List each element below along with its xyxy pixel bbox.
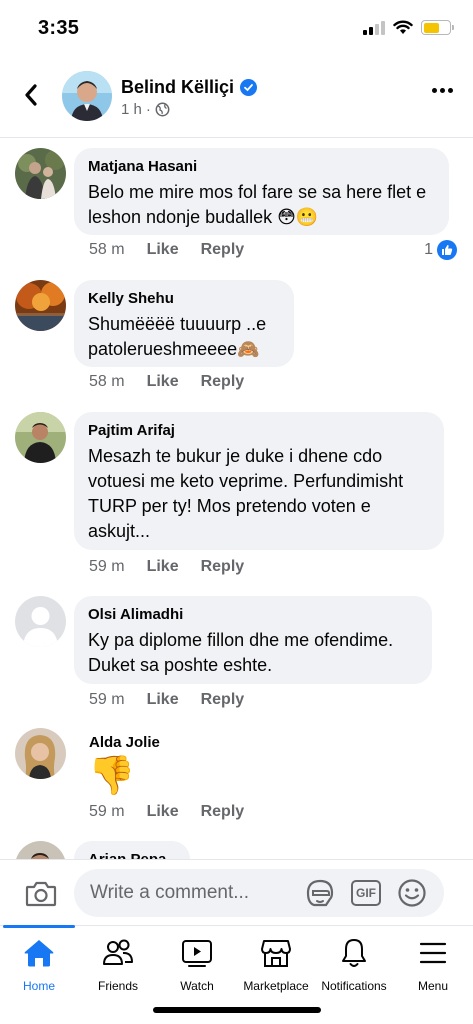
camera-icon — [25, 881, 57, 907]
camera-button[interactable] — [24, 877, 58, 911]
comment-actions: 58 m Like Reply — [89, 373, 244, 391]
comment-text: Mesazh te bukur je duke i dhene cdo votu… — [88, 446, 404, 541]
bell-icon — [342, 939, 366, 967]
home-icon — [24, 940, 54, 967]
thumbs-up-icon — [437, 240, 457, 260]
post-header: Belind Këlliçi 1 h · — [0, 58, 473, 138]
status-bar: 3:35 — [0, 0, 473, 58]
commenter-avatar[interactable] — [15, 280, 66, 331]
nav-notifications-label: Notifications — [321, 979, 387, 993]
comment-author[interactable]: Kelly Shehu — [88, 289, 280, 309]
comment-list: Matjana Hasani Belo me mire mos fol fare… — [0, 139, 473, 859]
post-meta: 1 h · — [121, 101, 170, 118]
nav-marketplace-label: Marketplace — [243, 979, 309, 993]
comment-input[interactable] — [74, 869, 444, 917]
nav-menu-label: Menu — [417, 979, 449, 993]
nav-menu[interactable]: Menu — [393, 936, 473, 993]
battery-icon — [421, 20, 454, 35]
comment-bubble[interactable]: Matjana Hasani Belo me mire mos fol fare… — [74, 148, 449, 235]
thumbs-down-emoji: 👎 — [88, 755, 136, 797]
home-indicator — [153, 1007, 321, 1013]
marketplace-icon — [261, 940, 291, 967]
comment-author[interactable]: Alda Jolie — [89, 733, 160, 753]
commenter-avatar[interactable] — [15, 728, 66, 779]
comment-bubble[interactable]: Arian Pepa — [74, 841, 190, 859]
commenter-avatar[interactable] — [15, 841, 66, 859]
back-button[interactable] — [16, 80, 46, 110]
reply-button[interactable]: Reply — [201, 691, 245, 709]
comment-bubble[interactable]: Kelly Shehu Shumëëëë tuuuurp ..e patoler… — [74, 280, 294, 367]
meta-separator: · — [145, 101, 151, 118]
active-tab-indicator — [3, 925, 75, 928]
reaction-count[interactable]: 1 — [424, 240, 457, 260]
nav-friends[interactable]: Friends — [78, 936, 158, 993]
like-button[interactable]: Like — [147, 241, 179, 259]
avatar-sticker-button[interactable] — [304, 878, 336, 908]
comment-actions: 59 m Like Reply — [89, 691, 244, 709]
chevron-left-icon — [25, 84, 37, 106]
comment-bubble[interactable]: Olsi Alimadhi Ky pa diplome fillon dhe m… — [74, 596, 432, 684]
nav-home[interactable]: Home — [0, 936, 79, 993]
like-button[interactable]: Like — [147, 373, 179, 391]
nav-watch[interactable]: Watch — [157, 936, 237, 993]
verified-badge-icon — [240, 79, 258, 96]
smiley-icon — [398, 879, 426, 907]
gif-button[interactable]: GIF — [351, 878, 381, 908]
reply-button[interactable]: Reply — [201, 803, 245, 821]
friends-icon — [103, 939, 133, 965]
commenter-avatar[interactable] — [15, 596, 66, 647]
comment-text: Shumëëëë tuuuurp ..e patoleruеshmeeee🙈 — [88, 314, 267, 359]
like-button[interactable]: Like — [147, 558, 179, 576]
status-time: 3:35 — [38, 17, 80, 39]
author-avatar[interactable] — [62, 71, 112, 121]
more-options-button[interactable] — [432, 88, 453, 93]
like-button[interactable]: Like — [147, 691, 179, 709]
reaction-count-number: 1 — [424, 241, 433, 258]
comment-bubble[interactable]: Pajtim Arifaj Mesazh te bukur je duke i … — [74, 412, 444, 550]
comment-time: 59 m — [89, 803, 125, 820]
emoji-button[interactable] — [397, 878, 427, 908]
comment-author[interactable]: Arian Pepa — [88, 850, 176, 859]
cellular-signal-icon — [363, 20, 385, 35]
wifi-icon — [393, 20, 413, 34]
hamburger-menu-icon — [419, 942, 447, 964]
status-icons — [363, 20, 454, 35]
comment-time: 59 m — [89, 558, 125, 575]
comment-time: 58 m — [89, 241, 125, 258]
like-button[interactable]: Like — [147, 803, 179, 821]
comment-text: Ky pa diplome fillon dhe me ofendime. Du… — [88, 630, 394, 675]
nav-watch-label: Watch — [180, 979, 214, 993]
comment-text: Belo me mire mos fol fare se sa here fle… — [88, 182, 427, 227]
comment-time: 58 m — [89, 373, 125, 390]
watch-video-icon — [182, 940, 212, 967]
reply-button[interactable]: Reply — [201, 373, 245, 391]
comment-author[interactable]: Matjana Hasani — [88, 157, 435, 177]
globe-icon — [155, 102, 170, 117]
nav-home-label: Home — [22, 979, 55, 993]
comment-time: 59 m — [89, 691, 125, 708]
nav-marketplace[interactable]: Marketplace — [236, 936, 316, 993]
nav-friends-label: Friends — [97, 979, 138, 993]
post-time: 1 h — [121, 101, 142, 118]
comment-actions: 59 m Like Reply — [89, 558, 244, 576]
comment-actions: 58 m Like Reply — [89, 241, 244, 259]
nav-notifications[interactable]: Notifications — [314, 936, 394, 993]
reply-button[interactable]: Reply — [201, 241, 245, 259]
post-author-name[interactable]: Belind Këlliçi — [121, 77, 258, 98]
comment-actions: 59 m Like Reply — [89, 803, 244, 821]
commenter-avatar[interactable] — [15, 412, 66, 463]
comment-author[interactable]: Olsi Alimadhi — [88, 605, 418, 625]
comment-author[interactable]: Pajtim Arifaj — [88, 421, 430, 441]
commenter-avatar[interactable] — [15, 148, 66, 199]
reply-button[interactable]: Reply — [201, 558, 245, 576]
avatar-sticker-icon — [306, 879, 334, 907]
author-name-text: Belind Këlliçi — [121, 77, 235, 97]
comment-composer: GIF — [0, 859, 473, 925]
gif-icon: GIF — [351, 880, 381, 906]
